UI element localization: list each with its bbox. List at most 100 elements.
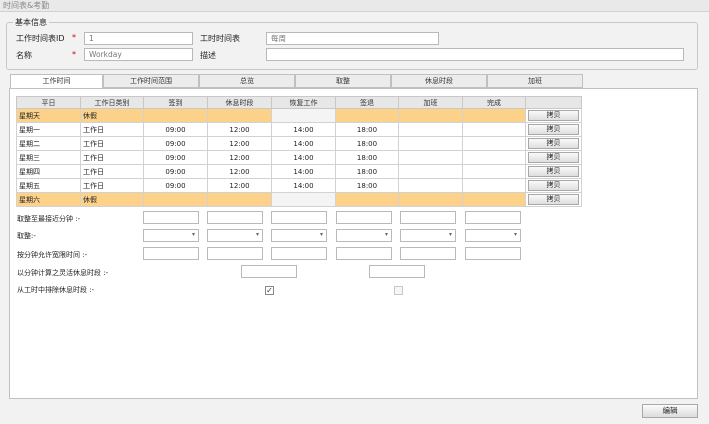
done-cell[interactable] — [462, 178, 526, 193]
done-cell[interactable] — [462, 192, 526, 207]
check-out-cell[interactable]: 18:00 — [335, 150, 399, 165]
break-cell[interactable]: 12:00 — [207, 150, 272, 165]
resume-cell[interactable]: 14:00 — [271, 136, 336, 151]
round-minutes-input-2[interactable] — [207, 211, 263, 224]
check-out-cell[interactable] — [335, 192, 399, 207]
type-cell[interactable]: 工作日 — [80, 178, 144, 193]
check-in-cell[interactable]: 09:00 — [143, 164, 208, 179]
tab-break-period[interactable]: 休息时段 — [391, 74, 487, 88]
copy-button[interactable]: 拷贝 — [528, 194, 579, 205]
grid-row[interactable]: 星期天 休假 拷贝 — [16, 108, 582, 123]
weekday-cell[interactable]: 星期一 — [16, 122, 81, 137]
rounding-select-4[interactable]: ▾ — [336, 229, 392, 242]
grace-minutes-input-3[interactable] — [271, 247, 327, 260]
type-cell[interactable]: 工作日 — [80, 122, 144, 137]
break-cell[interactable]: 12:00 — [207, 136, 272, 151]
break-cell[interactable] — [207, 192, 272, 207]
resume-cell[interactable] — [271, 192, 336, 207]
done-cell[interactable] — [462, 108, 526, 123]
overtime-cell[interactable] — [398, 122, 463, 137]
overtime-cell[interactable] — [398, 164, 463, 179]
break-cell[interactable]: 12:00 — [207, 122, 272, 137]
check-in-cell[interactable]: 09:00 — [143, 136, 208, 151]
type-cell[interactable]: 工作日 — [80, 150, 144, 165]
weekday-cell[interactable]: 星期五 — [16, 178, 81, 193]
grid-row[interactable]: 星期四 工作日 09:00 12:00 14:00 18:00 拷贝 — [16, 164, 582, 179]
rounding-select-1[interactable]: ▾ — [143, 229, 199, 242]
tab-overtime[interactable]: 加班 — [487, 74, 583, 88]
copy-button[interactable]: 拷贝 — [528, 110, 579, 121]
resume-cell[interactable] — [271, 108, 336, 123]
weekday-cell[interactable]: 星期四 — [16, 164, 81, 179]
check-out-cell[interactable]: 18:00 — [335, 178, 399, 193]
copy-button[interactable]: 拷贝 — [528, 180, 579, 191]
weekday-cell[interactable]: 星期天 — [16, 108, 81, 123]
check-in-cell[interactable] — [143, 108, 208, 123]
name-field[interactable]: Workday — [84, 48, 193, 61]
done-cell[interactable] — [462, 164, 526, 179]
tab-work-time[interactable]: 工作时间 — [10, 74, 103, 89]
check-out-cell[interactable]: 18:00 — [335, 122, 399, 137]
overtime-cell[interactable] — [398, 192, 463, 207]
check-out-cell[interactable]: 18:00 — [335, 164, 399, 179]
overtime-cell[interactable] — [398, 108, 463, 123]
grid-row[interactable]: 星期五 工作日 09:00 12:00 14:00 18:00 拷贝 — [16, 178, 582, 193]
check-in-cell[interactable]: 09:00 — [143, 150, 208, 165]
break-cell[interactable]: 12:00 — [207, 178, 272, 193]
round-minutes-input-6[interactable] — [465, 211, 521, 224]
copy-button[interactable]: 拷贝 — [528, 166, 579, 177]
resume-cell[interactable]: 14:00 — [271, 164, 336, 179]
grid-row[interactable]: 星期二 工作日 09:00 12:00 14:00 18:00 拷贝 — [16, 136, 582, 151]
edit-button[interactable]: 编辑 — [642, 404, 698, 418]
weekday-cell[interactable]: 星期六 — [16, 192, 81, 207]
tab-work-time-range[interactable]: 工作时间范围 — [103, 74, 199, 88]
rounding-select-2[interactable]: ▾ — [207, 229, 263, 242]
weekday-cell[interactable]: 星期二 — [16, 136, 81, 151]
col-done[interactable]: 完成 — [462, 96, 526, 109]
grid-row[interactable]: 星期六 休假 拷贝 — [16, 192, 582, 207]
break-cell[interactable] — [207, 108, 272, 123]
overtime-cell[interactable] — [398, 136, 463, 151]
break-cell[interactable]: 12:00 — [207, 164, 272, 179]
grid-row[interactable]: 星期三 工作日 09:00 12:00 14:00 18:00 拷贝 — [16, 150, 582, 165]
resume-cell[interactable]: 14:00 — [271, 150, 336, 165]
round-minutes-input-5[interactable] — [400, 211, 456, 224]
copy-button[interactable]: 拷贝 — [528, 152, 579, 163]
grid-row[interactable]: 星期一 工作日 09:00 12:00 14:00 18:00 拷贝 — [16, 122, 582, 137]
resume-cell[interactable]: 14:00 — [271, 178, 336, 193]
done-cell[interactable] — [462, 150, 526, 165]
schedule-field[interactable]: 每周 — [266, 32, 439, 45]
grace-minutes-input-6[interactable] — [465, 247, 521, 260]
rounding-select-6[interactable]: ▾ — [465, 229, 521, 242]
col-weekday[interactable]: 平日 — [16, 96, 81, 109]
col-resume[interactable]: 恢复工作 — [271, 96, 336, 109]
tab-rounding[interactable]: 取整 — [295, 74, 391, 88]
rounding-select-5[interactable]: ▾ — [400, 229, 456, 242]
round-minutes-input-1[interactable] — [143, 211, 199, 224]
round-minutes-input-3[interactable] — [271, 211, 327, 224]
round-minutes-input-4[interactable] — [336, 211, 392, 224]
description-field[interactable] — [266, 48, 684, 61]
flex-break-input-1[interactable] — [241, 265, 297, 278]
overtime-cell[interactable] — [398, 178, 463, 193]
done-cell[interactable] — [462, 122, 526, 137]
col-check-in[interactable]: 签到 — [143, 96, 208, 109]
flex-break-input-2[interactable] — [369, 265, 425, 278]
copy-button[interactable]: 拷贝 — [528, 124, 579, 135]
check-out-cell[interactable] — [335, 108, 399, 123]
check-out-cell[interactable]: 18:00 — [335, 136, 399, 151]
col-check-out[interactable]: 签退 — [335, 96, 399, 109]
rounding-select-3[interactable]: ▾ — [271, 229, 327, 242]
grace-minutes-input-5[interactable] — [400, 247, 456, 260]
weekday-cell[interactable]: 星期三 — [16, 150, 81, 165]
exclude-break-checkbox[interactable]: ✓ — [265, 286, 274, 295]
done-cell[interactable] — [462, 136, 526, 151]
resume-cell[interactable]: 14:00 — [271, 122, 336, 137]
check-in-cell[interactable]: 09:00 — [143, 178, 208, 193]
schedule-id-field[interactable]: 1 — [84, 32, 193, 45]
grace-minutes-input-4[interactable] — [336, 247, 392, 260]
grace-minutes-input-2[interactable] — [207, 247, 263, 260]
type-cell[interactable]: 休假 — [80, 192, 144, 207]
col-break[interactable]: 休息时段 — [207, 96, 272, 109]
type-cell[interactable]: 工作日 — [80, 164, 144, 179]
